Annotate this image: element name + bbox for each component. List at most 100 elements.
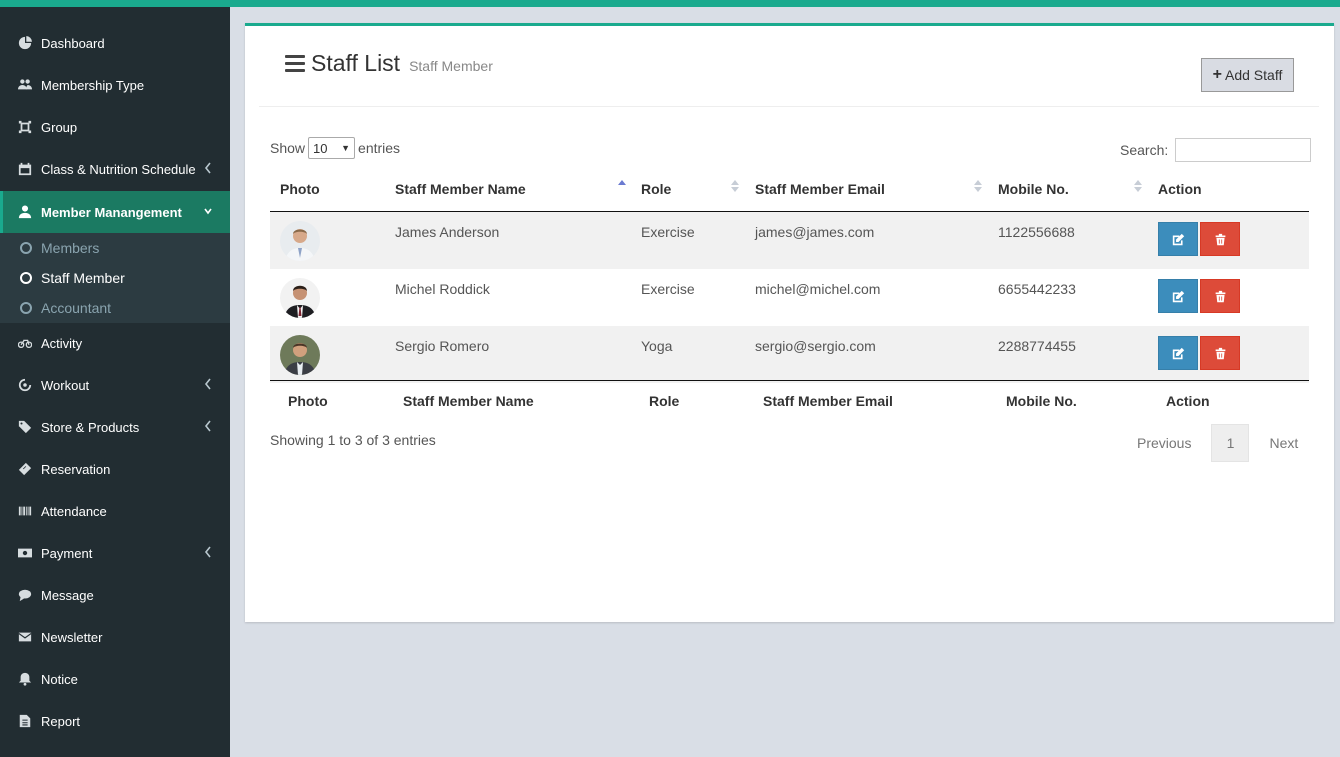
submenu-item-accountant[interactable]: Accountant <box>0 293 230 323</box>
add-staff-label: Add Staff <box>1225 67 1283 83</box>
staff-mobile: 2288774455 <box>998 338 1076 354</box>
next-button[interactable]: Next <box>1257 425 1310 461</box>
delete-button[interactable] <box>1200 222 1240 256</box>
sidebar-item-member-management[interactable]: Member Manangement <box>0 191 230 233</box>
staff-role: Yoga <box>641 338 673 354</box>
column-footer-photo: Photo <box>288 393 328 409</box>
page-subtitle: Staff Member <box>409 58 493 74</box>
staff-email: michel@michel.com <box>755 281 881 297</box>
sidebar-item-report[interactable]: Report <box>0 700 230 742</box>
show-label: Show <box>270 140 306 156</box>
sidebar-item-workout[interactable]: Workout <box>0 364 230 406</box>
sidebar-item-label: Report <box>41 713 81 729</box>
trash-icon <box>1215 347 1225 359</box>
entries-select[interactable]: 10 ▼ <box>308 137 356 159</box>
circle-icon <box>20 242 32 254</box>
delete-button[interactable] <box>1200 279 1240 313</box>
search-label: Search: <box>1120 142 1169 158</box>
search-control: Search: <box>1120 138 1312 162</box>
staff-name: Michel Roddick <box>395 281 490 297</box>
sidebar-item-label: Reservation <box>41 461 111 477</box>
staff-role: Exercise <box>641 224 695 240</box>
sidebar: Dashboard Membership Type Group Class & … <box>0 7 230 757</box>
sort-icon[interactable] <box>1134 180 1142 194</box>
sidebar-item-message[interactable]: Message <box>0 574 230 616</box>
page-header: Staff List Staff Member <box>285 50 493 77</box>
header-divider <box>259 106 1319 107</box>
sidebar-item-label: Newsletter <box>41 629 103 645</box>
edit-button[interactable] <box>1158 336 1198 370</box>
circle-icon <box>20 272 32 284</box>
column-footer-email: Staff Member Email <box>763 393 893 409</box>
pagination: Previous 1 Next <box>1125 424 1310 462</box>
table-row: James Anderson Exercise james@james.com … <box>270 212 1309 269</box>
chevron-left-icon <box>204 546 212 558</box>
column-header-email[interactable]: Staff Member Email <box>755 181 885 197</box>
edit-icon <box>1172 347 1184 359</box>
staff-email: sergio@sergio.com <box>755 338 876 354</box>
staff-mobile: 6655442233 <box>998 281 1076 297</box>
staff-mobile: 1122556688 <box>998 224 1075 240</box>
edit-button[interactable] <box>1158 279 1198 313</box>
sidebar-item-activity[interactable]: Activity <box>0 322 230 364</box>
sidebar-item-label: Class & Nutrition Schedule <box>41 161 196 177</box>
entries-length-control: Show 10 ▼ entries <box>270 137 400 159</box>
bicycle-icon <box>17 336 33 350</box>
sidebar-item-notice[interactable]: Notice <box>0 658 230 700</box>
envelope-icon <box>17 630 33 644</box>
sidebar-item-label: Workout <box>41 377 90 393</box>
sidebar-item-reservation[interactable]: Reservation <box>0 448 230 490</box>
add-staff-button[interactable]: + Add Staff <box>1201 58 1294 92</box>
search-input[interactable] <box>1175 138 1312 162</box>
chevron-left-icon <box>204 378 212 390</box>
edit-button[interactable] <box>1158 222 1198 256</box>
plus-icon: + <box>1212 66 1222 83</box>
column-footer-role: Role <box>649 393 680 409</box>
sidebar-item-label: Message <box>41 587 94 603</box>
group-icon <box>17 120 33 134</box>
sidebar-item-store-products[interactable]: Store & Products <box>0 406 230 448</box>
sort-icon[interactable] <box>731 180 739 194</box>
column-header-role[interactable]: Role <box>641 181 671 197</box>
staff-name: James Anderson <box>395 224 500 240</box>
column-header-name[interactable]: Staff Member Name <box>395 181 526 197</box>
edit-icon <box>1172 233 1184 245</box>
sort-asc-icon[interactable] <box>618 180 626 194</box>
previous-button[interactable]: Previous <box>1125 425 1203 461</box>
comment-icon <box>17 588 33 602</box>
top-accent-bar <box>0 0 1340 7</box>
delete-button[interactable] <box>1200 336 1240 370</box>
trash-icon <box>1215 290 1225 302</box>
sidebar-item-label: Dashboard <box>41 35 105 51</box>
submenu-item-label: Accountant <box>41 300 112 316</box>
sort-icon[interactable] <box>974 180 982 194</box>
column-footer-mobile: Mobile No. <box>1006 393 1077 409</box>
page-title: Staff List <box>311 50 401 76</box>
chevron-left-icon <box>204 420 212 432</box>
file-icon <box>17 714 33 728</box>
sidebar-item-newsletter[interactable]: Newsletter <box>0 616 230 658</box>
sidebar-item-label: Notice <box>41 671 78 687</box>
submenu-item-members[interactable]: Members <box>0 233 230 263</box>
table-footer: Photo Staff Member Name Role Staff Membe… <box>270 380 1309 420</box>
ticket-icon <box>17 462 33 476</box>
sidebar-item-label: Payment <box>41 545 93 561</box>
sidebar-item-class-schedule[interactable]: Class & Nutrition Schedule <box>0 148 230 190</box>
sidebar-item-membership-type[interactable]: Membership Type <box>0 64 230 106</box>
table-info: Showing 1 to 3 of 3 entries <box>270 432 436 448</box>
sidebar-item-group[interactable]: Group <box>0 106 230 148</box>
sidebar-item-label: Activity <box>41 335 83 351</box>
entries-value: 10 <box>313 140 328 156</box>
caret-down-icon: ▼ <box>341 143 351 153</box>
sidebar-item-dashboard[interactable]: Dashboard <box>0 22 230 64</box>
dashboard-icon <box>17 36 33 50</box>
column-header-mobile[interactable]: Mobile No. <box>998 181 1069 197</box>
submenu-item-staff-member[interactable]: Staff Member <box>0 263 230 293</box>
sidebar-item-attendance[interactable]: Attendance <box>0 490 230 532</box>
page-button-1[interactable]: 1 <box>1211 424 1250 462</box>
member-management-submenu: Members Staff Member Accountant <box>0 233 230 323</box>
table-header: Photo Staff Member Name Role Staff Membe… <box>270 175 1309 212</box>
chevron-left-icon <box>204 162 212 174</box>
avatar <box>280 278 320 318</box>
sidebar-item-payment[interactable]: Payment <box>0 532 230 574</box>
